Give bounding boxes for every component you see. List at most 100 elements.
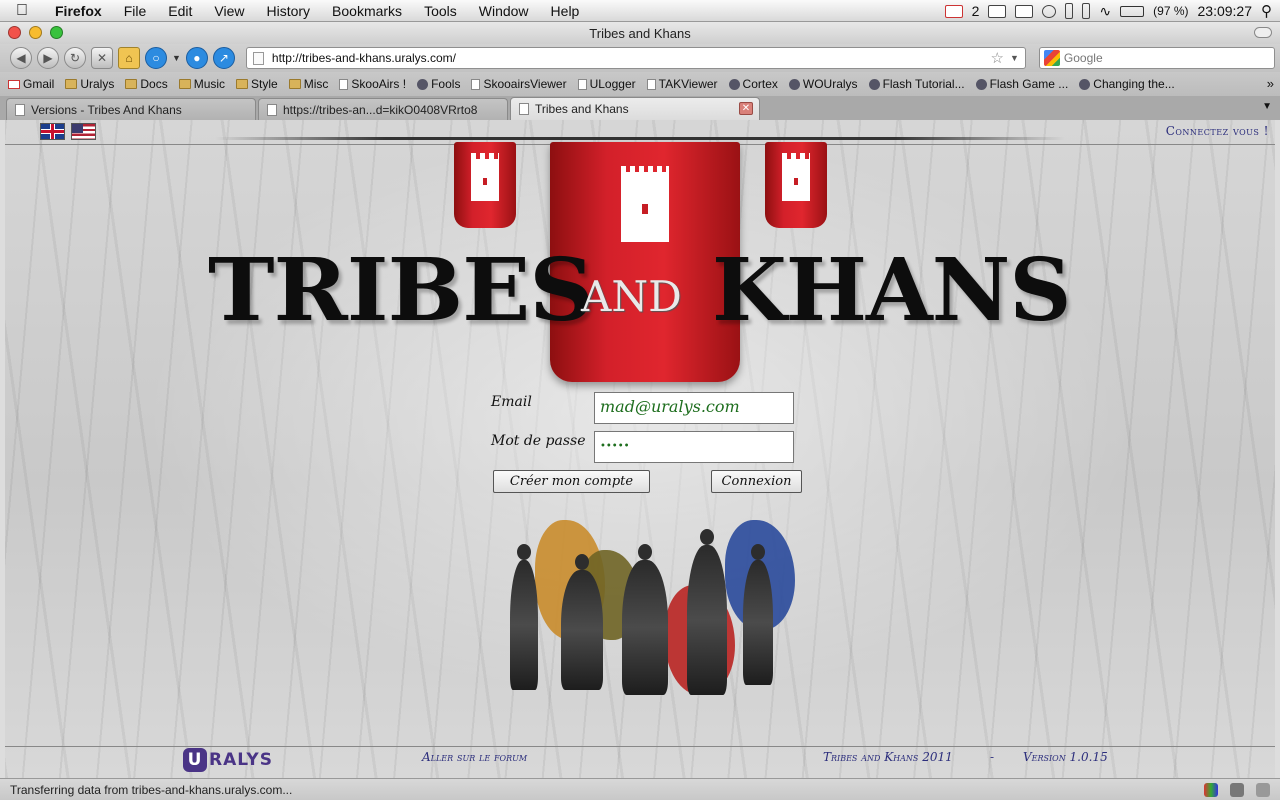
bookmark-label: Misc — [303, 77, 329, 91]
bookmark-label: Flash Game ... — [989, 77, 1069, 91]
extension-button[interactable]: ○ — [145, 47, 167, 69]
bookmark-item[interactable]: SkooairsViewer — [471, 77, 567, 91]
flag-us-icon[interactable] — [71, 123, 96, 140]
clock[interactable]: 23:09:27 — [1198, 3, 1253, 19]
menu-view[interactable]: View — [203, 0, 255, 22]
close-window-button[interactable] — [8, 26, 21, 39]
sync-icon[interactable] — [1042, 4, 1057, 18]
bookmark-item[interactable]: Style — [236, 77, 278, 91]
zoom-window-button[interactable] — [50, 26, 63, 39]
dropdown-pill-icon[interactable] — [1065, 3, 1074, 19]
spotlight-search-icon[interactable]: ⚲ — [1261, 2, 1272, 20]
bookmark-label: Docs — [140, 77, 168, 91]
page-icon — [471, 78, 481, 90]
mail-icon[interactable] — [988, 4, 1007, 18]
gmail-notifier-icon[interactable] — [944, 4, 963, 18]
bookmark-item[interactable]: Misc — [288, 77, 329, 91]
bookmark-item[interactable]: Docs — [125, 77, 168, 91]
addon-icon[interactable] — [1204, 783, 1218, 797]
search-placeholder: Google — [1063, 51, 1103, 65]
forum-link[interactable]: Aller sur le forum — [422, 750, 527, 764]
bookmark-label: TAKViewer — [658, 77, 718, 91]
banner-right — [765, 142, 827, 228]
menu-tools[interactable]: Tools — [413, 0, 468, 22]
bookmarks-bar: Gmail Uralys Docs Music Style Misc SkooAirs ! F… — [0, 72, 1280, 96]
google-icon[interactable] — [1043, 50, 1060, 66]
wifi-icon[interactable]: ∿ — [1099, 3, 1111, 20]
tab-label: Tribes and Khans — [535, 102, 629, 116]
bookmarks-overflow-icon[interactable]: » — [1267, 76, 1274, 91]
bookmark-item[interactable]: WOUralys — [788, 77, 858, 91]
bookmark-item[interactable]: Flash Game ... — [975, 77, 1069, 91]
create-account-button[interactable]: Créer mon compte — [493, 470, 650, 493]
bookmark-item[interactable]: Changing the... — [1079, 77, 1175, 91]
password-field[interactable]: ••••• — [594, 431, 794, 463]
url-text[interactable]: http://tribes-and-khans.uralys.com/ — [272, 51, 991, 65]
uralys-logo[interactable]: U RALYS — [183, 748, 273, 772]
url-dropdown-icon[interactable]: ▼ — [1010, 53, 1019, 63]
url-bar[interactable]: http://tribes-and-khans.uralys.com/ ☆ ▼ — [245, 47, 1026, 69]
home-button[interactable]: ⌂ — [118, 47, 140, 69]
castle-tower-icon — [782, 153, 810, 201]
mail-icon-2[interactable] — [1015, 4, 1034, 18]
status-text: Transferring data from tribes-and-khans.… — [10, 782, 293, 797]
extension-button-2[interactable]: ● — [185, 47, 208, 69]
bookmark-item[interactable]: TAKViewer — [646, 77, 718, 91]
tab-versions[interactable]: Versions - Tribes And Khans — [6, 98, 256, 120]
menu-window[interactable]: Window — [468, 0, 540, 22]
page-icon — [577, 78, 587, 90]
bookmark-item[interactable]: Uralys — [65, 77, 114, 91]
bookmark-label: Flash Tutorial... — [882, 77, 965, 91]
menu-edit[interactable]: Edit — [157, 0, 203, 22]
login-button[interactable]: Connexion — [711, 470, 802, 493]
gmail-icon — [8, 79, 20, 89]
bookmark-item[interactable]: Cortex — [728, 77, 778, 91]
tab-label: https://tribes-an...d=kikO0408VRrto8 — [283, 102, 478, 117]
menu-file[interactable]: File — [113, 0, 158, 22]
bookmark-label: Gmail — [23, 77, 55, 91]
folder-icon — [178, 79, 191, 89]
castle-tower-icon — [471, 153, 499, 201]
navigation-toolbar: ◀ ▶ ↻ ✕ ⌂ ○ ▼ ● ↗ http://tribes-and-khan… — [0, 44, 1280, 72]
window-controls — [8, 26, 63, 39]
castle-tower-icon — [621, 166, 669, 242]
addon-icon-2[interactable] — [1230, 783, 1244, 797]
site-icon — [728, 78, 740, 90]
bookmark-star-icon[interactable]: ☆ — [991, 49, 1004, 67]
tab-https[interactable]: https://tribes-an...d=kikO0408VRrto8 — [258, 98, 508, 120]
bookmark-item[interactable]: Music — [178, 77, 225, 91]
bookmark-item[interactable]: ULogger — [577, 77, 636, 91]
battery-icon[interactable] — [1120, 5, 1145, 17]
addon-icon-3[interactable] — [1256, 783, 1270, 797]
stop-button[interactable]: ✕ — [91, 47, 113, 69]
tab-tribes-and-khans[interactable]: Tribes and Khans ✕ — [510, 97, 760, 120]
tab-list-dropdown-icon[interactable]: ▼ — [1262, 101, 1272, 112]
share-button[interactable]: ↗ — [212, 47, 235, 69]
connect-link[interactable]: Connectez vous ! — [1166, 124, 1269, 138]
toolbar-toggle-button[interactable] — [1254, 27, 1272, 38]
reload-button[interactable]: ↻ — [64, 47, 86, 69]
bookmark-item[interactable]: Gmail — [8, 77, 54, 91]
dropdown-pill-icon-2[interactable] — [1082, 3, 1091, 19]
tab-label: Versions - Tribes And Khans — [31, 102, 182, 117]
back-button[interactable]: ◀ — [10, 47, 32, 69]
menu-bookmarks[interactable]: Bookmarks — [321, 0, 413, 22]
flag-uk-icon[interactable] — [40, 123, 65, 140]
window-title: Tribes and Khans — [589, 25, 691, 41]
bookmark-item[interactable]: Fools — [417, 77, 460, 91]
menu-help[interactable]: Help — [540, 0, 591, 22]
uralys-logo-text: RALYS — [209, 750, 273, 770]
bookmark-item[interactable]: SkooAirs ! — [339, 77, 406, 91]
close-tab-button[interactable]: ✕ — [739, 102, 753, 115]
mail-count: 2 — [971, 3, 980, 19]
minimize-window-button[interactable] — [29, 26, 42, 39]
menu-history[interactable]: History — [255, 0, 321, 22]
menu-app-name[interactable]: Firefox — [44, 0, 113, 22]
forward-button[interactable]: ▶ — [37, 47, 59, 69]
page-icon — [646, 78, 656, 90]
extension-dropdown-icon[interactable]: ▼ — [172, 53, 181, 63]
email-field[interactable]: mad@uralys.com — [594, 392, 794, 424]
bookmark-item[interactable]: Flash Tutorial... — [868, 77, 965, 91]
search-input[interactable]: Google — [1038, 47, 1275, 69]
apple-menu-icon[interactable]:  — [0, 2, 44, 20]
